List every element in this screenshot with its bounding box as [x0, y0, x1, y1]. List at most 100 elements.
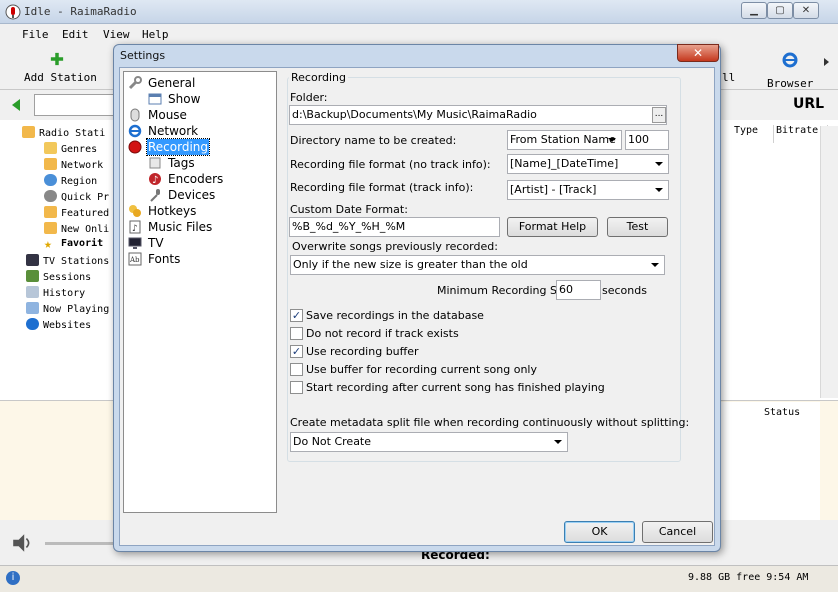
settings-client-area: General Show Mouse Network Recording Tag… [119, 67, 715, 546]
metadata-select[interactable]: Do Not Create [290, 432, 568, 452]
toolbar-overflow-icon[interactable] [824, 58, 829, 66]
checkbox-box[interactable]: ✓ [290, 345, 303, 358]
chevron-down-icon [655, 162, 663, 166]
tree-item-network[interactable]: Network [44, 158, 103, 171]
close-button[interactable]: ✕ [793, 2, 819, 19]
browse-folder-button[interactable]: ... [652, 107, 666, 123]
add-station-button[interactable]: Add Station [18, 50, 98, 86]
menu-view[interactable]: View [103, 28, 130, 41]
tree-item-radio-stations[interactable]: Radio Stati [22, 126, 105, 139]
min-size-unit: seconds [602, 284, 647, 297]
nav-item-music-files[interactable]: ♪ Music Files [128, 219, 268, 235]
ok-button[interactable]: OK [564, 521, 635, 543]
tree-item-now-playing[interactable]: Now Playing [26, 302, 109, 315]
tv-icon [128, 237, 142, 249]
nav-item-tv[interactable]: TV [128, 235, 268, 251]
svg-text:♪: ♪ [152, 175, 158, 186]
tag-icon [149, 157, 161, 169]
nav-item-network[interactable]: Network [128, 123, 268, 139]
tree-item-history[interactable]: History [26, 286, 85, 299]
chevron-down-icon [554, 440, 562, 444]
folder-field[interactable]: d:\Backup\Documents\My Music\RaimaRadio [289, 105, 667, 125]
tree-item-sessions[interactable]: Sessions [26, 270, 91, 283]
plus-icon [50, 52, 64, 66]
menu-bar: File Edit View Help [0, 25, 838, 44]
settings-close-button[interactable]: ✕ [677, 44, 719, 62]
station-list-scrollbar[interactable] [820, 126, 838, 398]
menu-edit[interactable]: Edit [62, 28, 89, 41]
recording-group-title: Recording [289, 71, 349, 84]
url-column-header: URL [793, 96, 825, 112]
column-header-type[interactable]: Type [734, 125, 774, 143]
browser-label: Browser [767, 77, 814, 90]
globe-icon [44, 174, 57, 186]
nav-item-encoders[interactable]: ♪ Encoders [148, 171, 268, 187]
tree-item-websites[interactable]: Websites [26, 318, 91, 331]
maximize-button[interactable]: ▢ [767, 2, 793, 19]
now-playing-icon [26, 302, 39, 314]
settings-title: Settings [120, 49, 166, 62]
menu-help[interactable]: Help [142, 28, 169, 41]
address-input[interactable] [34, 94, 124, 116]
dir-name-select[interactable]: From Station Name [507, 130, 622, 150]
dir-name-label: Directory name to be created: [290, 134, 457, 147]
test-button[interactable]: Test [607, 217, 668, 237]
volume-slider[interactable] [45, 542, 115, 545]
custom-date-field[interactable]: %B_%d_%Y_%H_%M [289, 217, 500, 237]
minimize-button[interactable]: ▁ [741, 2, 767, 19]
ie-icon [782, 52, 798, 68]
checkbox-start-after-current-song[interactable]: Start recording after current song has f… [290, 380, 610, 396]
cancel-button[interactable]: Cancel [642, 521, 713, 543]
checkbox-box[interactable] [290, 381, 303, 394]
nav-item-fonts[interactable]: Ab Fonts [128, 251, 268, 267]
folder-icon [44, 206, 57, 218]
nav-item-general[interactable]: General [128, 75, 268, 91]
nav-item-recording[interactable]: Recording [128, 138, 268, 156]
min-size-field[interactable]: 60 [556, 280, 601, 300]
tree-item-favorites[interactable]: ★ Favorit [44, 238, 103, 251]
folder-icon [44, 222, 57, 234]
menu-file[interactable]: File [22, 28, 49, 41]
tree-item-tv-stations[interactable]: TV Stations [26, 254, 109, 267]
checkbox-box[interactable] [290, 327, 303, 340]
main-window-title: Idle - RaimaRadio [24, 5, 137, 18]
raima-radio-icon [5, 4, 21, 20]
star-icon: ★ [44, 237, 52, 252]
overwrite-select[interactable]: Only if the new size is greater than the… [290, 255, 665, 275]
nav-item-hotkeys[interactable]: Hotkeys [128, 203, 268, 219]
tree-item-genres[interactable]: Genres [44, 142, 97, 155]
checkbox-box[interactable]: ✓ [290, 309, 303, 322]
metadata-label: Create metadata split file when recordin… [290, 416, 690, 429]
add-station-label: Add Station [24, 71, 97, 84]
recordings-list [720, 402, 820, 520]
checkbox-use-recording-buffer[interactable]: ✓ Use recording buffer [290, 344, 590, 360]
column-header-status[interactable]: Status [764, 407, 800, 418]
music-icon: ♪ [149, 173, 161, 186]
checkbox-save-in-database[interactable]: ✓ Save recordings in the database [290, 308, 590, 324]
quick-icon [44, 190, 57, 202]
nav-item-tags[interactable]: Tags [148, 155, 268, 171]
checkbox-buffer-current-song-only[interactable]: Use buffer for recording current song on… [290, 362, 590, 378]
nav-item-devices[interactable]: Devices [148, 187, 268, 203]
speaker-icon[interactable] [10, 532, 34, 554]
back-arrow-icon[interactable] [12, 99, 20, 111]
tree-item-new-online[interactable]: New Onli [44, 222, 109, 235]
nav-item-show[interactable]: Show [148, 91, 268, 107]
checkbox-box[interactable] [290, 363, 303, 376]
format-no-info-select[interactable]: [Name]_[DateTime] [507, 154, 669, 174]
dir-name-number-field[interactable]: 100 [625, 130, 669, 150]
nav-item-mouse[interactable]: Mouse [128, 107, 268, 123]
tree-item-quick-presets[interactable]: Quick Pr [44, 190, 109, 203]
main-title-bar: Idle - RaimaRadio ▁ ▢ ✕ [0, 0, 838, 24]
sessions-icon [26, 270, 39, 282]
checkbox-do-not-record-existing[interactable]: Do not record if track exists [290, 326, 590, 342]
tree-item-region[interactable]: Region [44, 174, 97, 187]
format-info-select[interactable]: [Artist] - [Track] [507, 180, 669, 200]
format-help-button[interactable]: Format Help [507, 217, 598, 237]
chevron-down-icon [651, 263, 659, 267]
chevron-down-icon [608, 138, 616, 142]
station-tree: Radio Stati Genres Network Region Quick … [0, 120, 118, 400]
tree-item-featured[interactable]: Featured [44, 206, 109, 219]
history-icon [26, 286, 39, 298]
browser-button[interactable]: Browser [762, 50, 818, 90]
